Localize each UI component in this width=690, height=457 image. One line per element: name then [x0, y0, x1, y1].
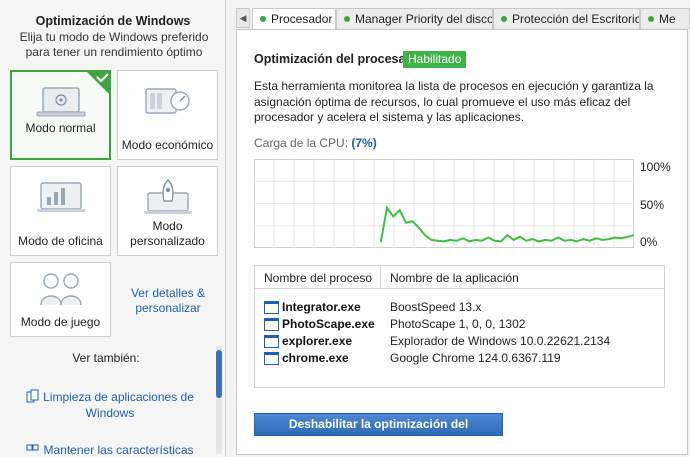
axis-label-0: 0%	[640, 235, 658, 249]
tab-processor[interactable]: Procesador	[252, 8, 336, 30]
column-separator[interactable]	[380, 266, 381, 288]
cpu-load-label: Carga de la CPU: (7%)	[254, 136, 377, 150]
windows-features-link[interactable]: Mantener las características de	[20, 442, 200, 457]
header-divider	[255, 288, 664, 289]
application-name: PhotoScape 1, 0, 0, 1302	[390, 317, 526, 331]
process-name: explorer.exe	[282, 334, 353, 348]
process-name: PhotoScape.exe	[282, 317, 375, 331]
gamers-icon	[39, 273, 82, 306]
table-row[interactable]: explorer.exe Explorador de Windows 10.0.…	[255, 334, 664, 350]
mode-tile-office[interactable]: Modo de oficina	[10, 166, 111, 256]
mode-label-game: Modo de juego	[20, 315, 101, 329]
features-icon	[26, 444, 39, 451]
application-name: Google Chrome 124.0.6367.119	[390, 351, 561, 365]
mode-tile-normal[interactable]: Modo normal	[10, 70, 111, 160]
process-table: Nombre del proceso Nombre de la aplicaci…	[254, 265, 665, 388]
laptop-icon	[36, 87, 85, 117]
tab-more[interactable]: Me	[640, 8, 690, 29]
disable-optimization-button[interactable]: Deshabilitar la optimización del procesa…	[254, 413, 503, 452]
process-name: Integrator.exe	[282, 300, 361, 314]
window-icon	[264, 301, 279, 314]
check-badge-icon	[85, 70, 111, 96]
tab-label: Protección del Escritorio	[512, 12, 640, 26]
table-row[interactable]: PhotoScape.exe PhotoScape 1, 0, 0, 1302	[255, 317, 664, 333]
see-also-label: Ver también:	[72, 351, 140, 365]
sidebar-subtitle: Elija tu modo de Windows preferido para …	[19, 30, 209, 59]
page-title: Optimización del procesador	[254, 52, 426, 66]
mode-tile-custom[interactable]: Modo personalizado	[117, 166, 218, 256]
apps-cleanup-icon	[26, 389, 39, 403]
windows-optimization-sidebar: Optimización de Windows Elija tu modo de…	[0, 0, 226, 457]
tab-disk-priority[interactable]: Manager Priority del disco	[336, 8, 493, 29]
mode-label-normal: Modo normal	[25, 121, 96, 135]
cpu-load-chart	[254, 159, 634, 248]
sidebar-scrollbar-thumb[interactable]	[216, 350, 222, 398]
mode-label-economic: Modo económico	[121, 138, 214, 152]
tab-status-dot	[260, 16, 266, 22]
tab-scroll-left-button[interactable]: ◀	[236, 8, 250, 28]
link-label: Limpieza de aplicaciones de Windows	[43, 390, 194, 420]
tab-status-dot	[344, 16, 350, 22]
details-customize-link[interactable]: Ver detalles & personalizar	[118, 286, 218, 316]
description-text: Esta herramienta monitorea la lista de p…	[254, 79, 654, 124]
table-row[interactable]: Integrator.exe BoostSpeed 13.x	[255, 300, 664, 316]
application-name: BoostSpeed 13.x	[390, 300, 482, 314]
mode-label-custom: Modo personalizado	[130, 219, 205, 248]
window-icon	[264, 335, 279, 348]
status-badge: Habilitado	[403, 51, 467, 68]
process-name: chrome.exe	[282, 351, 349, 365]
cpu-load-caption: Carga de la CPU:	[254, 136, 349, 150]
tab-status-dot	[501, 16, 507, 22]
office-chart-icon	[36, 182, 85, 212]
column-header-application[interactable]: Nombre de la aplicación	[390, 271, 519, 285]
mode-tile-game[interactable]: Modo de juego	[10, 262, 111, 337]
column-header-process[interactable]: Nombre del proceso	[264, 271, 372, 285]
rocket-icon	[143, 179, 192, 214]
sidebar-title: Optimización de Windows	[35, 14, 191, 28]
cpu-load-value: (7%)	[351, 136, 377, 150]
tab-label: Me	[659, 12, 676, 26]
table-row[interactable]: chrome.exe Google Chrome 124.0.6367.119	[255, 351, 664, 367]
tab-status-dot	[648, 16, 654, 22]
tab-label: Procesador	[271, 12, 333, 26]
mode-label-office: Modo de oficina	[18, 234, 103, 248]
link-label: Mantener las características de	[43, 443, 194, 457]
application-name: Explorador de Windows 10.0.22621.2134	[390, 334, 611, 348]
axis-label-50: 50%	[640, 198, 665, 212]
mode-tile-economic[interactable]: Modo económico	[117, 70, 218, 160]
tab-desktop-protection[interactable]: Protección del Escritorio	[493, 8, 640, 29]
tab-label: Manager Priority del disco	[355, 12, 493, 26]
window-icon	[264, 318, 279, 331]
windows-apps-cleanup-link[interactable]: Limpieza de aplicaciones de Windows	[20, 389, 200, 421]
axis-label-100: 100%	[640, 160, 671, 174]
window-icon	[264, 352, 279, 365]
battery-gauge-icon	[144, 88, 190, 114]
